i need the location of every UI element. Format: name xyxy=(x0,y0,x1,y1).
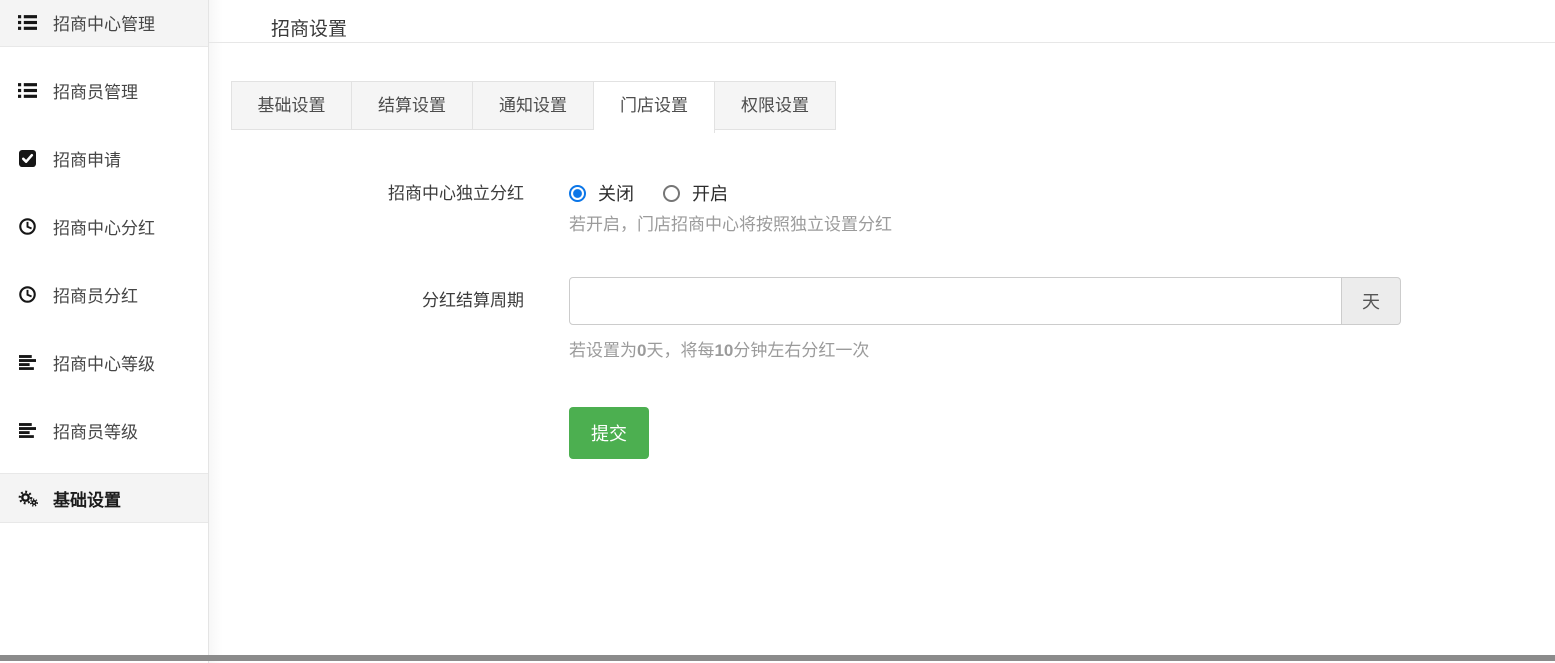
sidebar-item-merchant-center-level[interactable]: 招商中心等级 xyxy=(0,337,208,387)
radio-option-close[interactable]: 关闭 xyxy=(569,180,634,206)
settle-cycle-input[interactable] xyxy=(569,277,1342,325)
radio-close-label: 关闭 xyxy=(598,180,634,206)
sidebar-item-label: 招商中心管理 xyxy=(53,10,155,35)
sidebar-item-label: 招商员等级 xyxy=(53,418,138,443)
sidebar-item-label: 招商中心分红 xyxy=(53,214,155,239)
tab-permission-settings[interactable]: 权限设置 xyxy=(715,81,836,130)
clock-icon xyxy=(17,286,38,303)
page-title: 招商设置 xyxy=(271,14,1555,41)
label-spacer xyxy=(231,407,524,408)
sidebar-item-merchant-center-dividend[interactable]: 招商中心分红 xyxy=(0,201,208,251)
submit-row: 提交 xyxy=(231,407,1555,459)
hint-number: 10 xyxy=(714,341,733,360)
submit-button[interactable]: 提交 xyxy=(569,407,649,459)
hint-text: 若设置为 xyxy=(569,341,637,360)
hint-text: 分钟左右分红一次 xyxy=(733,341,869,360)
field-settle-cycle: 分红结算周期 天 若设置为0天，将每10分钟左右分红一次 xyxy=(231,277,1555,362)
sidebar-item-label: 基础设置 xyxy=(53,486,121,511)
independent-dividend-hint: 若开启，门店招商中心将按照独立设置分红 xyxy=(569,213,1555,236)
radio-open-label: 开启 xyxy=(692,180,728,206)
unit-addon-days: 天 xyxy=(1342,277,1401,325)
field-label-settle-cycle: 分红结算周期 xyxy=(231,277,524,325)
page-header: 招商设置 xyxy=(209,0,1555,43)
sidebar-item-merchant-application[interactable]: 招商申请 xyxy=(0,133,208,183)
tab-store-settings[interactable]: 门店设置 xyxy=(594,81,715,133)
align-left-icon xyxy=(17,355,38,370)
field-independent-dividend: 招商中心独立分红 关闭 开启 若开启，门店招商中心 xyxy=(231,180,1555,236)
sidebar-item-merchant-staff-management[interactable]: 招商员管理 xyxy=(0,65,208,115)
settle-cycle-input-group: 天 xyxy=(569,277,1401,325)
app-root: 招商中心管理 招商员管理 招商申请 招商中心分红 招商员分红 xyxy=(0,0,1555,663)
clock-icon xyxy=(17,218,38,235)
settings-tabs: 基础设置 结算设置 通知设置 门店设置 权限设置 xyxy=(231,81,1555,133)
tab-basic-settings[interactable]: 基础设置 xyxy=(231,81,352,130)
sidebar-item-label: 招商员分红 xyxy=(53,282,138,307)
check-square-icon xyxy=(17,150,38,167)
tab-notification-settings[interactable]: 通知设置 xyxy=(473,81,594,130)
settle-cycle-hint: 若设置为0天，将每10分钟左右分红一次 xyxy=(569,339,1555,362)
hint-text: 天，将每 xyxy=(646,341,714,360)
cogs-icon xyxy=(17,490,38,507)
radio-open[interactable] xyxy=(663,185,680,202)
sidebar-item-label: 招商中心等级 xyxy=(53,350,155,375)
horizontal-scrollbar[interactable] xyxy=(0,655,1555,661)
sidebar-item-merchant-staff-level[interactable]: 招商员等级 xyxy=(0,405,208,455)
align-left-icon xyxy=(17,423,38,438)
radio-option-open[interactable]: 开启 xyxy=(663,180,728,206)
sidebar-item-label: 招商申请 xyxy=(53,146,121,171)
sidebar-item-merchant-center-management[interactable]: 招商中心管理 xyxy=(0,0,208,47)
list-icon xyxy=(17,83,38,98)
sidebar-item-basic-settings[interactable]: 基础设置 xyxy=(0,473,208,523)
sidebar-item-label: 招商员管理 xyxy=(53,78,138,103)
main-content: 招商设置 基础设置 结算设置 通知设置 门店设置 权限设置 招商中心独立分红 xyxy=(209,0,1555,663)
radio-close[interactable] xyxy=(569,185,586,202)
tab-settlement-settings[interactable]: 结算设置 xyxy=(352,81,473,130)
field-label-independent-dividend: 招商中心独立分红 xyxy=(231,180,524,207)
store-settings-form: 招商中心独立分红 关闭 开启 若开启，门店招商中心 xyxy=(231,180,1555,459)
list-icon xyxy=(17,15,38,30)
sidebar-item-merchant-staff-dividend[interactable]: 招商员分红 xyxy=(0,269,208,319)
sidebar: 招商中心管理 招商员管理 招商申请 招商中心分红 招商员分红 xyxy=(0,0,209,663)
